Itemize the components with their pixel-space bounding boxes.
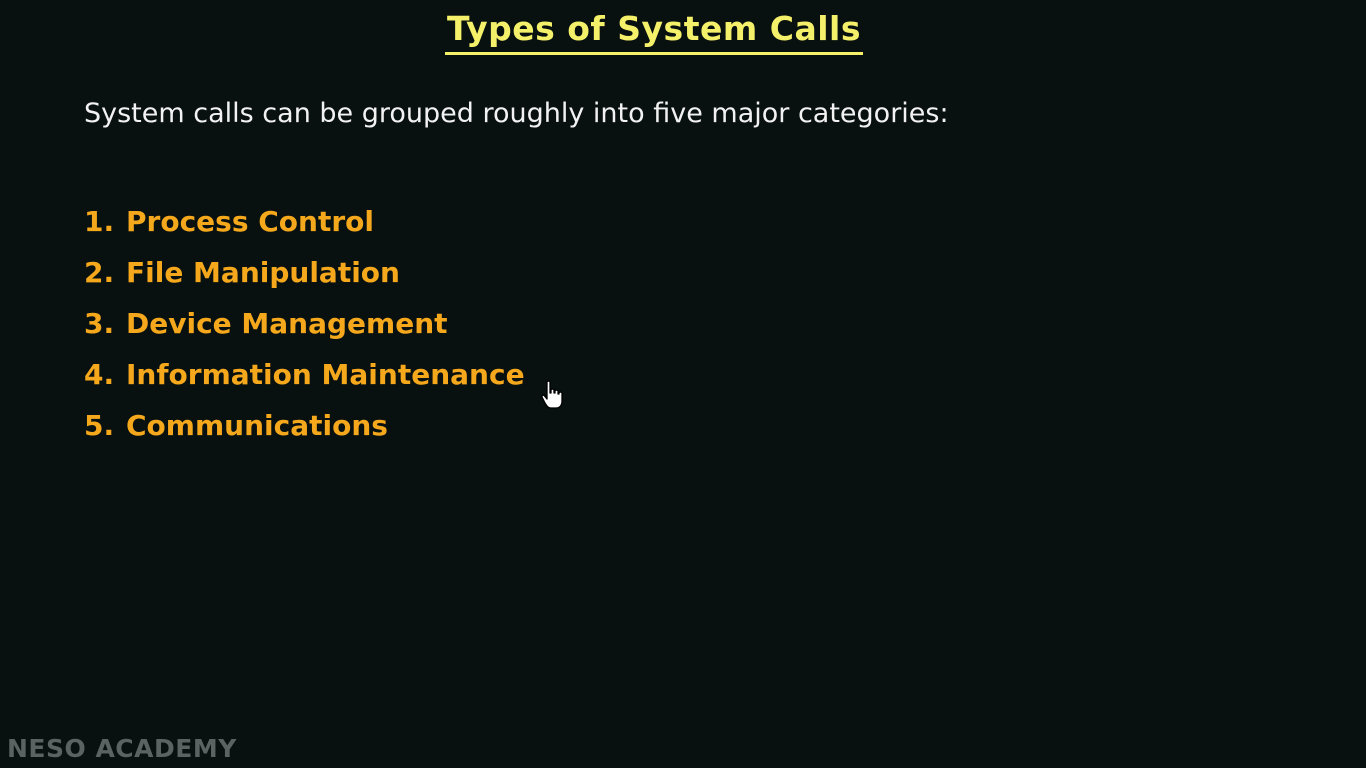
list-item-number: 4. [84,358,115,391]
list-item-label: Communications [126,409,388,442]
list-item: 3. Device Management [84,298,525,349]
list-item-number: 1. [84,205,115,238]
list-item-number: 3. [84,307,115,340]
list-item: 5. Communications [84,400,525,451]
list-item: 1. Process Control [84,196,525,247]
slide-title-container: Types of System Calls [0,8,1308,55]
list-item-label: File Manipulation [126,256,400,289]
watermark-logo: NESO ACADEMY [7,734,237,763]
list-item-number: 5. [84,409,115,442]
slide-title: Types of System Calls [445,8,863,55]
intro-text: System calls can be grouped roughly into… [84,98,949,129]
list-item-label: Device Management [126,307,448,340]
slide: Types of System Calls System calls can b… [0,0,1366,768]
list-item: 4. Information Maintenance [84,349,525,400]
list-item-label: Information Maintenance [126,358,525,391]
hand-pointer-icon [541,380,563,409]
list-item: 2. File Manipulation [84,247,525,298]
category-list: 1. Process Control 2. File Manipulation … [84,196,525,451]
list-item-number: 2. [84,256,115,289]
list-item-label: Process Control [126,205,374,238]
